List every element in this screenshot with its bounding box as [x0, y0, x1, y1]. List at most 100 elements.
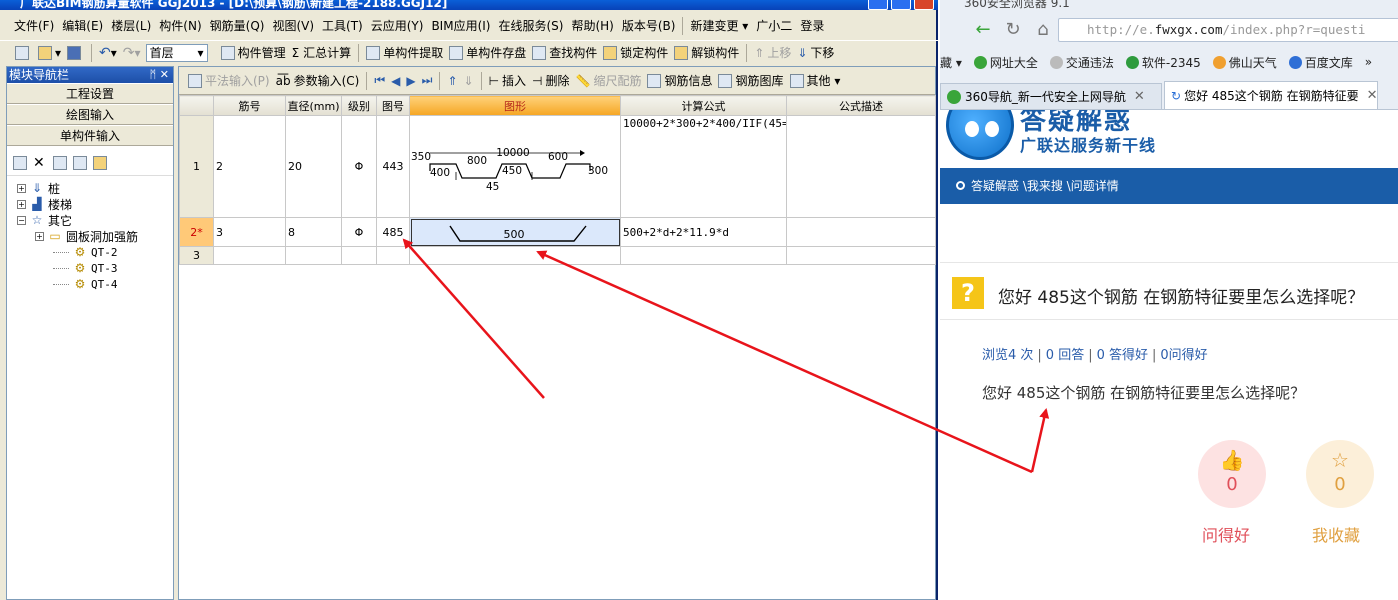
tree-node[interactable]: − ☆ 其它 — [17, 212, 173, 228]
menu-item[interactable]: 在线服务(S) — [494, 15, 567, 37]
menu-item[interactable]: 广小二 — [752, 15, 796, 37]
tree-node[interactable]: ⚙ QT-4 — [17, 276, 173, 292]
rebar-library-button[interactable]: 钢筋图库 — [715, 70, 786, 92]
tree-node[interactable]: ⚙ QT-3 — [17, 260, 173, 276]
paste-icon[interactable] — [72, 155, 87, 170]
close-tab-icon[interactable]: ✕ — [1134, 89, 1145, 104]
delete-row-button[interactable]: ⊣ 删除 — [529, 70, 572, 92]
menu-item[interactable]: 楼层(L) — [107, 15, 155, 37]
cell-grade[interactable]: Φ — [341, 217, 377, 247]
cell-shape[interactable]: 10000 350 800 600 300 400 450 45 — [409, 115, 621, 218]
menu-item[interactable]: 版本号(B) — [618, 15, 680, 37]
find-component-button[interactable]: 查找构件 — [529, 42, 600, 64]
refresh-icon[interactable]: ↻ — [1002, 19, 1024, 41]
undo-button[interactable]: ↶ ▾ — [96, 42, 120, 64]
menu-item[interactable]: 工具(T) — [318, 15, 367, 37]
cell-figure-no[interactable]: 485 — [376, 217, 410, 247]
open-file-button[interactable]: ▾ — [35, 42, 64, 64]
cell-grade[interactable]: Φ — [341, 115, 377, 218]
cell-diameter[interactable]: 8 — [285, 217, 342, 247]
menu-item[interactable]: 文件(F) — [10, 15, 58, 37]
address-bar[interactable]: http://e.fwxgx.com/index.php?r=questi — [1058, 18, 1398, 42]
cell-formula[interactable] — [620, 246, 787, 265]
table-row[interactable]: 3 — [179, 246, 936, 265]
close-tab-icon[interactable]: ✕ — [1367, 88, 1377, 103]
tree-node[interactable]: + ⇓ 桩 — [17, 180, 173, 196]
prev-record-button[interactable]: ◀ — [388, 70, 403, 92]
good-question-button[interactable]: 👍 0 — [1198, 440, 1266, 508]
col-header-diameter[interactable]: 直径(mm) — [285, 95, 342, 116]
bookmark-item[interactable]: 百度文库 — [1288, 54, 1353, 71]
component-manage-button[interactable]: 构件管理 — [218, 42, 289, 64]
expand-icon[interactable]: + — [17, 183, 26, 193]
maximize-button[interactable] — [891, 0, 911, 10]
bookmark-item[interactable]: 网址大全 — [973, 54, 1038, 71]
cell-formula-desc[interactable] — [786, 217, 936, 247]
cell-diameter[interactable] — [285, 246, 342, 265]
favorite-label[interactable]: 我收藏 — [1312, 522, 1360, 546]
table-row-selected[interactable]: 2* 3 8 Φ 485 500 500+2*d+2*11.9*d — [179, 217, 936, 247]
copy-icon[interactable] — [52, 155, 67, 170]
summary-calc-button[interactable]: Σ 汇总计算 — [289, 42, 355, 64]
bookmark-item[interactable]: 交通违法 — [1049, 54, 1114, 71]
next-record-button[interactable]: ▶ — [403, 70, 418, 92]
save-button[interactable] — [64, 42, 87, 64]
unlock-component-button[interactable]: 解锁构件 — [671, 42, 742, 64]
tab-360-nav[interactable]: 360导航_新一代安全上网导航 ✕ — [940, 83, 1162, 109]
scale-rebar-button[interactable]: 📏 缩尺配筋 — [573, 70, 645, 92]
row-number[interactable]: 2* — [179, 217, 214, 247]
collapse-icon[interactable]: − — [17, 215, 26, 225]
row-up-button[interactable]: ⇑ — [444, 70, 460, 92]
cell-bar-no[interactable] — [213, 246, 286, 265]
cell-bar-no[interactable]: 3 — [213, 217, 286, 247]
row-down-button[interactable]: ⇓ — [461, 70, 477, 92]
nav-drawing-input[interactable]: 绘图输入 — [7, 104, 173, 125]
cell-formula[interactable]: 10000+2*300+2*400/IIF(45=0 , 1, SIN(DTOR… — [620, 115, 787, 218]
cell-shape-selected[interactable]: 500 — [409, 217, 621, 247]
param-input-button[interactable]: a͞b 参数输入(C) — [273, 70, 363, 92]
col-header-formula[interactable]: 计算公式 — [620, 95, 787, 116]
menu-item[interactable]: 构件(N) — [155, 15, 205, 37]
cell-formula[interactable]: 500+2*d+2*11.9*d — [620, 217, 787, 247]
bookmark-overflow[interactable]: 藏 ▾ — [940, 54, 962, 71]
floor-select[interactable]: 首层 ▾ — [145, 43, 208, 62]
home-icon[interactable]: ⌂ — [1032, 19, 1054, 41]
menu-item[interactable]: 视图(V) — [268, 15, 318, 37]
other-menu-button[interactable]: 其他 ▾ — [787, 70, 844, 92]
delete-icon[interactable]: ✕ — [33, 155, 45, 171]
first-record-button[interactable]: ⏮ — [371, 70, 388, 92]
col-header-figure-no[interactable]: 图号 — [376, 95, 410, 116]
tree-node[interactable]: ⚙ QT-2 — [17, 244, 173, 260]
cell-grade[interactable] — [341, 246, 377, 265]
menu-item[interactable]: 编辑(E) — [58, 15, 107, 37]
tab-question[interactable]: ↻ 您好 485这个钢筋 在钢筋特征要 ✕ — [1164, 81, 1378, 109]
col-header-no[interactable]: 筋号 — [213, 95, 286, 116]
properties-icon[interactable] — [13, 155, 27, 170]
good-question-label[interactable]: 问得好 — [1202, 522, 1250, 546]
menu-item[interactable]: 钢筋量(Q) — [206, 15, 269, 37]
col-header-shape[interactable]: 图形 — [409, 95, 621, 116]
breadcrumb-text[interactable]: 答疑解惑 \我来搜 \问题详情 — [971, 179, 1119, 193]
col-header-formula-desc[interactable]: 公式描述 — [786, 95, 936, 116]
cell-bar-no[interactable]: 2 — [213, 115, 286, 218]
redo-button[interactable]: ↷ ▾ — [120, 42, 144, 64]
col-header-grade[interactable]: 级别 — [341, 95, 377, 116]
package-icon[interactable] — [92, 155, 107, 170]
flat-input-button[interactable]: 平法输入(P) — [185, 70, 273, 92]
tree-node[interactable]: + ▟ 楼梯 — [17, 196, 173, 212]
nav-project-settings[interactable]: 工程设置 — [7, 83, 173, 104]
bookmark-item[interactable]: 佛山天气 — [1212, 54, 1277, 71]
more-bookmarks-icon[interactable]: » — [1365, 55, 1372, 69]
single-extract-button[interactable]: 单构件提取 — [363, 42, 446, 64]
cell-shape[interactable] — [409, 246, 621, 265]
favorite-button[interactable]: ☆ 0 — [1306, 440, 1374, 508]
cell-diameter[interactable]: 20 — [285, 115, 342, 218]
cell-formula-desc[interactable] — [786, 246, 936, 265]
cell-figure-no[interactable] — [376, 246, 410, 265]
row-number[interactable]: 3 — [179, 246, 214, 265]
tree-node[interactable]: + ▭ 圆板洞加强筋 — [17, 228, 173, 244]
row-number[interactable]: 1 — [179, 115, 214, 218]
menu-item[interactable]: 登录 — [796, 15, 828, 37]
close-button[interactable] — [914, 0, 934, 10]
nav-single-component-input[interactable]: 单构件输入 — [7, 125, 173, 146]
